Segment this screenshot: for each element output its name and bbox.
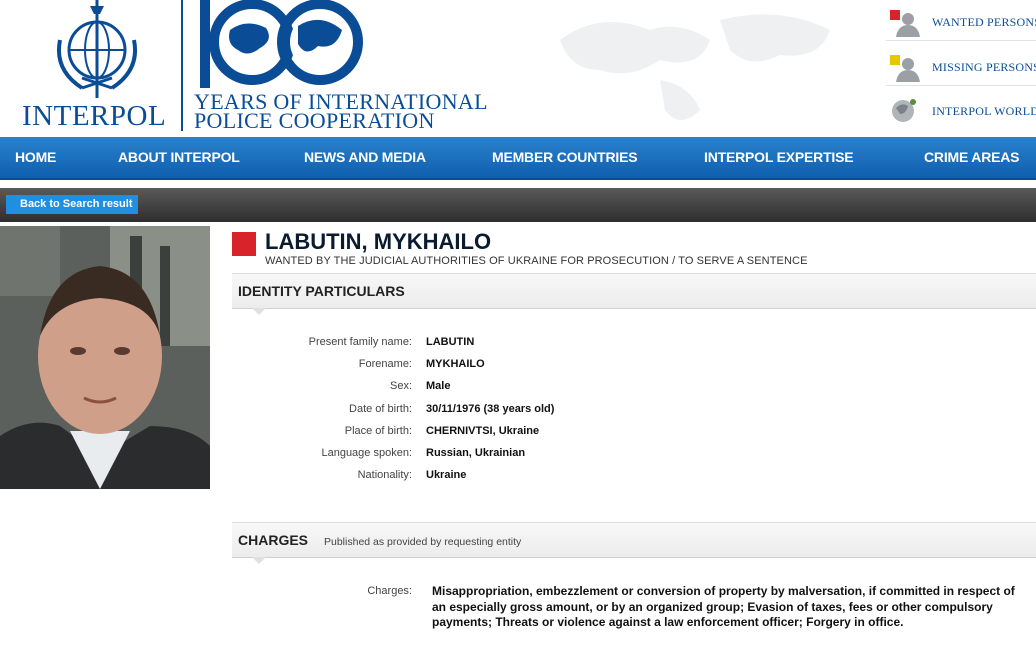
identity-row: Sex: Male — [232, 380, 1032, 398]
field-label: Sex: — [389, 380, 412, 392]
field-label: Place of birth: — [344, 425, 412, 437]
field-label: Nationality: — [357, 469, 412, 481]
quick-link-label: WANTED PERSONS — [932, 14, 1036, 29]
nav-home[interactable]: HOME — [15, 149, 56, 165]
field-label: Date of birth: — [349, 403, 412, 415]
field-value: Male — [426, 380, 451, 392]
breadcrumb-strip — [0, 188, 1036, 222]
wanted-person-icon — [890, 10, 920, 37]
field-value: MYKHAILO — [426, 358, 485, 370]
wanted-person-name: LABUTIN, MYKHAILO — [265, 229, 492, 254]
quick-link-label: MISSING PERSONS — [932, 59, 1036, 74]
identity-row: Nationality: Ukraine — [232, 469, 1032, 487]
nav-crime-areas[interactable]: CRIME AREAS — [924, 149, 1019, 165]
field-value: Ukraine — [426, 469, 467, 481]
quick-link-interpol-worldwide[interactable]: INTERPOL WORLDW — [886, 93, 1036, 129]
field-label: Language spoken: — [321, 447, 412, 459]
field-value: LABUTIN — [426, 336, 475, 348]
header-divider — [181, 0, 183, 131]
quick-link-missing-persons[interactable]: MISSING PERSONS — [886, 49, 1036, 86]
tagline-line-2: POLICE COOPERATION — [194, 108, 435, 133]
nav-news-and-media[interactable]: NEWS AND MEDIA — [304, 149, 426, 165]
globe-icon — [892, 99, 916, 122]
interpol-wordmark[interactable]: INTERPOL — [22, 100, 166, 133]
red-notice-badge-icon — [232, 232, 256, 256]
field-value: 30/11/1976 (38 years old) — [426, 403, 555, 415]
section-title: IDENTITY PARTICULARS — [238, 283, 405, 299]
section-notch — [252, 557, 266, 564]
interpol-emblem-icon — [57, 0, 137, 98]
charges-header: CHARGES Published as provided by request… — [232, 522, 1036, 564]
charges-label: Charges: — [367, 585, 412, 597]
site-header: INTERPOL YEARS OF INTERNATIONAL POLICE C… — [0, 0, 1036, 137]
identity-row: Date of birth: 30/11/1976 (38 years old) — [232, 403, 1032, 421]
identity-particulars-header: IDENTITY PARTICULARS — [232, 273, 1036, 315]
field-value: CHERNIVTSI, Ukraine — [426, 425, 540, 437]
back-to-search-button[interactable]: Back to Search result — [6, 195, 138, 214]
section-notch — [252, 308, 266, 315]
field-value: Russian, Ukrainian — [426, 447, 526, 459]
identity-row: Forename: MYKHAILO — [232, 358, 1032, 376]
nav-about-interpol[interactable]: ABOUT INTERPOL — [118, 149, 240, 165]
charges-note: Published as provided by requesting enti… — [324, 536, 522, 548]
quick-link-wanted-persons[interactable]: WANTED PERSONS — [886, 4, 1036, 41]
charges-text: Misappropriation, embezzlement or conver… — [432, 584, 1015, 629]
field-label: Present family name: — [308, 336, 412, 348]
identity-row: Language spoken: Russian, Ukrainian — [232, 447, 1032, 465]
centennial-100-logo — [200, 0, 363, 88]
nav-interpol-expertise[interactable]: INTERPOL EXPERTISE — [704, 149, 854, 165]
quick-link-label: INTERPOL WORLDW — [932, 103, 1036, 118]
notice-subtitle: WANTED BY THE JUDICIAL AUTHORITIES OF UK… — [265, 255, 808, 267]
field-label: Forename: — [358, 358, 412, 370]
identity-row: Present family name: LABUTIN — [232, 336, 1032, 354]
section-title: CHARGES — [238, 532, 309, 548]
missing-person-icon — [890, 55, 920, 82]
main-navigation: HOME ABOUT INTERPOL NEWS AND MEDIA MEMBE… — [0, 137, 1036, 180]
world-map-watermark — [560, 14, 830, 120]
wanted-person-photo — [0, 226, 210, 489]
identity-row: Place of birth: CHERNIVTSI, Ukraine — [232, 425, 1032, 443]
nav-member-countries[interactable]: MEMBER COUNTRIES — [492, 149, 638, 165]
